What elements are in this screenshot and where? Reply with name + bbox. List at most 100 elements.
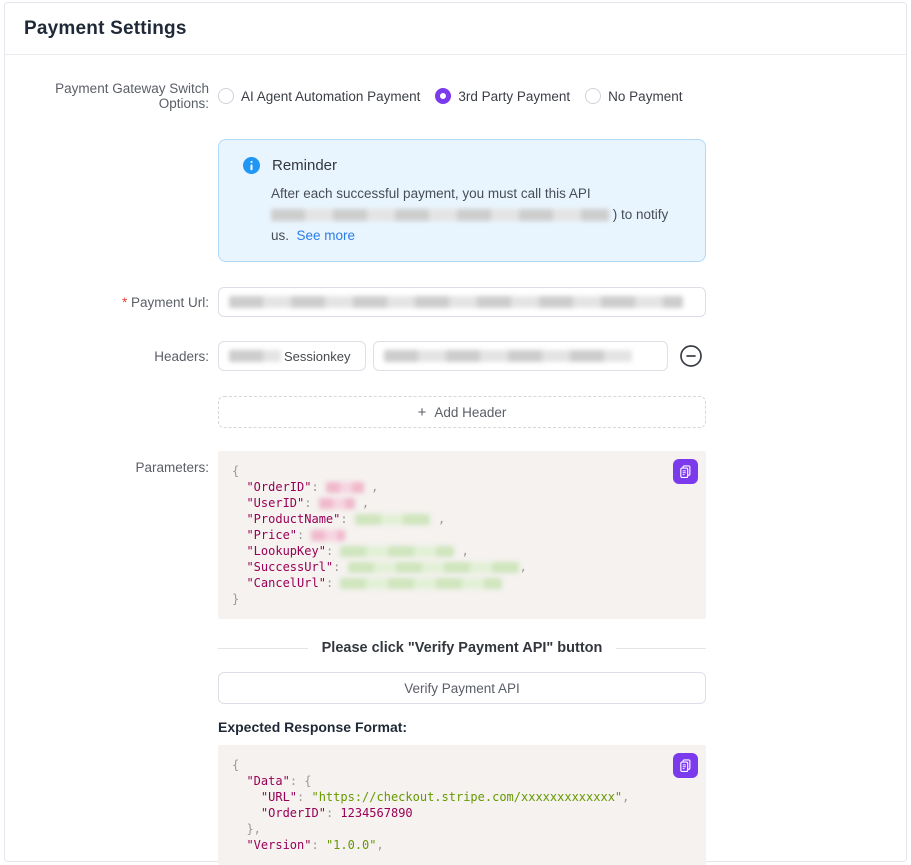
reminder-title: Reminder — [272, 157, 337, 174]
code-token: : { — [290, 774, 312, 788]
radio-label: 3rd Party Payment — [458, 89, 570, 104]
radio-no-payment[interactable]: No Payment — [585, 88, 682, 104]
code-line: "Version": "1.0.0", — [232, 837, 692, 853]
code-line: }, — [232, 821, 692, 837]
minus-circle-icon — [679, 344, 703, 368]
radio-unselected-icon[interactable] — [218, 88, 234, 104]
reminder-alert: Reminder After each successful payment, … — [218, 139, 706, 262]
reminder-row: Reminder After each successful payment, … — [5, 139, 906, 262]
reminder-body: After each successful payment, you must … — [243, 184, 683, 246]
instruction-divider-row: Please click "Verify Payment API" button — [5, 640, 906, 656]
copy-response-button[interactable] — [673, 753, 698, 778]
code-token: : — [326, 806, 340, 820]
code-token: "CancelUrl" — [246, 576, 325, 590]
copy-icon — [678, 758, 693, 773]
header-key-input[interactable]: Sessionkey — [218, 341, 366, 371]
code-token — [232, 806, 261, 820]
code-token — [232, 822, 246, 836]
payment-settings-card: Payment Settings Payment Gateway Switch … — [4, 2, 907, 862]
code-token: : — [311, 838, 325, 852]
parameters-label: Parameters: — [5, 451, 218, 475]
add-header-button[interactable]: + Add Header — [218, 396, 706, 428]
copy-icon — [678, 464, 693, 479]
response-code-row: { "Data": { "URL": "https://checkout.str… — [5, 745, 906, 865]
header-value-input[interactable] — [373, 341, 668, 371]
reminder-line3: us. See more — [271, 226, 683, 246]
payment-url-input[interactable] — [218, 287, 706, 317]
code-token: : — [333, 560, 347, 574]
radio-selected-icon[interactable] — [435, 88, 451, 104]
redacted-value — [355, 514, 431, 525]
code-token: : — [304, 496, 318, 510]
code-token: "1.0.0" — [326, 838, 377, 852]
remove-header-button[interactable] — [679, 344, 703, 368]
redacted-value — [311, 530, 345, 541]
add-header-label: Add Header — [434, 405, 506, 420]
code-token: } — [232, 592, 239, 606]
code-token — [232, 576, 246, 590]
code-token: "Data" — [246, 774, 289, 788]
code-token: : — [311, 480, 325, 494]
redacted-header-key-prefix — [229, 350, 281, 362]
code-line: { — [232, 757, 692, 773]
code-token: "URL" — [261, 790, 297, 804]
code-line: "UserID": , — [232, 495, 692, 511]
divider-line-left — [218, 648, 308, 649]
response-label-row: Expected Response Format: — [5, 719, 906, 735]
code-token: , — [520, 560, 527, 574]
code-token: 1234567890 — [340, 806, 412, 820]
code-token: { — [232, 464, 239, 478]
gateway-switch-row: Payment Gateway Switch Options: AI Agent… — [5, 81, 906, 111]
reminder-line2: ) to notify — [271, 205, 683, 225]
code-token — [232, 528, 246, 542]
redacted-value — [326, 482, 364, 493]
code-token — [232, 838, 246, 852]
radio-unselected-icon[interactable] — [585, 88, 601, 104]
code-token: "UserID" — [246, 496, 304, 510]
code-token — [232, 790, 261, 804]
card-header: Payment Settings — [5, 3, 906, 55]
code-token — [232, 560, 246, 574]
gateway-options-label: Payment Gateway Switch Options: — [5, 81, 218, 111]
code-token: }, — [246, 822, 260, 836]
code-token: , — [377, 838, 384, 852]
code-token: "ProductName" — [246, 512, 340, 526]
code-token — [232, 512, 246, 526]
radio-label: AI Agent Automation Payment — [241, 89, 420, 104]
verify-instruction-text: Please click "Verify Payment API" button — [308, 640, 617, 656]
parameters-code-block: { "OrderID": , "UserID": , "ProductName"… — [218, 451, 706, 619]
radio-ai-agent-automation-payment[interactable]: AI Agent Automation Payment — [218, 88, 420, 104]
see-more-link[interactable]: See more — [297, 228, 356, 243]
code-line: "SuccessUrl": , — [232, 559, 692, 575]
code-token — [232, 496, 246, 510]
headers-label: Headers: — [5, 349, 218, 364]
verify-button-row: Verify Payment API — [5, 672, 906, 704]
copy-parameters-button[interactable] — [673, 459, 698, 484]
radio-3rd-party-payment[interactable]: 3rd Party Payment — [435, 88, 570, 104]
info-icon — [243, 157, 260, 174]
code-line: "OrderID": 1234567890 — [232, 805, 692, 821]
code-token: { — [232, 758, 239, 772]
code-token: "Price" — [246, 528, 297, 542]
gateway-options-group: AI Agent Automation Payment 3rd Party Pa… — [218, 88, 682, 104]
required-asterisk: * — [122, 295, 127, 310]
header-key-text: Sessionkey — [284, 349, 350, 364]
code-token: , — [431, 512, 445, 526]
expected-response-format-label: Expected Response Format: — [218, 719, 407, 735]
code-token: "https://checkout.stripe.com/xxxxxxxxxxx… — [311, 790, 622, 804]
code-token: : — [340, 512, 354, 526]
code-line: "URL": "https://checkout.stripe.com/xxxx… — [232, 789, 692, 805]
code-token: : — [326, 544, 340, 558]
code-token: "LookupKey" — [246, 544, 325, 558]
code-token — [232, 544, 246, 558]
verify-payment-api-button[interactable]: Verify Payment API — [218, 672, 706, 704]
redacted-value — [340, 546, 454, 557]
code-line: "ProductName": , — [232, 511, 692, 527]
code-line: "CancelUrl": — [232, 575, 692, 591]
code-token: , — [454, 544, 468, 558]
code-line: "Data": { — [232, 773, 692, 789]
instruction-divider: Please click "Verify Payment API" button — [218, 640, 706, 656]
redacted-api-url — [271, 209, 609, 221]
response-code-block: { "Data": { "URL": "https://checkout.str… — [218, 745, 706, 865]
plus-icon: + — [418, 404, 427, 421]
